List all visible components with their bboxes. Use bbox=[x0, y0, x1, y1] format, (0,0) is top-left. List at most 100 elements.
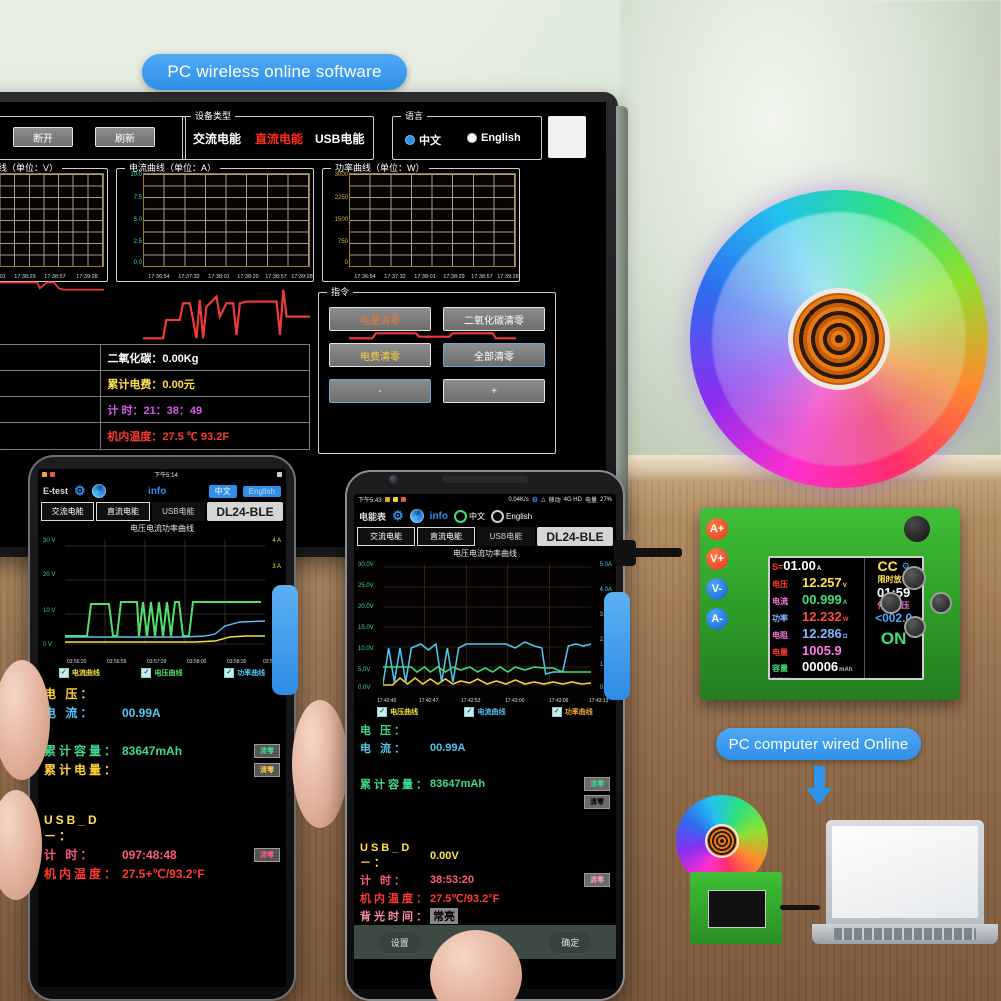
chart-ylabel-r0: 4 A bbox=[272, 538, 281, 544]
clear-button-capacity[interactable]: 清零 bbox=[254, 744, 280, 758]
measurement-value-energy: 1005.9Wh bbox=[430, 796, 584, 808]
language-radio-cn[interactable]: 中文 bbox=[405, 132, 441, 148]
phone-right-chart: 30.0V 25.0V 20.0V 15.0V 10.0V 5.0V 0.0V … bbox=[357, 561, 613, 705]
device-type-dc[interactable]: 直流电能 bbox=[255, 130, 303, 147]
checkbox-voltage[interactable]: ✓ bbox=[377, 707, 387, 717]
command-button-clear-all[interactable]: 全部清零 bbox=[443, 343, 545, 367]
info-link[interactable]: info bbox=[430, 511, 448, 522]
encoder-knob-1[interactable] bbox=[902, 566, 926, 590]
radio-en[interactable]: English bbox=[491, 510, 532, 523]
radio-dot-cn bbox=[405, 135, 415, 145]
command-button-plus[interactable]: + bbox=[443, 379, 545, 403]
measurement-row: 电 压： 12.25V bbox=[354, 721, 616, 739]
disconnect-button[interactable]: 断开 bbox=[13, 127, 73, 147]
measurement-row: 功 率： 0012.23W bbox=[354, 757, 616, 775]
refresh-icon[interactable] bbox=[410, 509, 424, 523]
tab-ac[interactable]: 交流电能 bbox=[41, 502, 94, 521]
terminal-a-minus: A- bbox=[706, 608, 728, 630]
legend-label-voltage: 电压曲线 bbox=[154, 668, 182, 678]
lcd-row-capacity: 容量 00006 mAh bbox=[772, 660, 862, 677]
legend-item-power[interactable]: ✓ 功率曲线 bbox=[224, 668, 265, 678]
measurement-key-temp: 机内温度： bbox=[44, 865, 122, 882]
radio-dot-en bbox=[491, 510, 504, 523]
phone-right: 下午5:43 0.04K/s ⚙ △ 移动 4G HD 电量 27% 电能表 ⚙… bbox=[345, 470, 625, 1001]
phone-right-clock: 下午5:43 bbox=[358, 495, 382, 504]
clear-button-energy[interactable]: 清零 bbox=[584, 795, 610, 809]
refresh-button[interactable]: 刷新 bbox=[95, 127, 155, 147]
measurement-row: 计 时： 38:53:20 清零 bbox=[354, 871, 616, 889]
encoder-knob-3[interactable] bbox=[904, 616, 926, 638]
legend-item-voltage[interactable]: ✓ 电压曲线 bbox=[141, 668, 182, 678]
battery-percent: 27% bbox=[600, 497, 612, 503]
checkbox-power[interactable]: ✓ bbox=[552, 707, 562, 717]
rgb-fan-large bbox=[690, 190, 988, 488]
command-button-clear-energy[interactable]: 电量清零 bbox=[329, 307, 431, 331]
readout-left-3: 4Ah bbox=[0, 423, 101, 449]
readout-left-0: V bbox=[0, 345, 101, 370]
command-button-clear-fee[interactable]: 电费清零 bbox=[329, 343, 431, 367]
laptop-keyboard bbox=[834, 928, 976, 940]
chart-current-xlabel-3: 17:38:29 bbox=[237, 274, 258, 280]
lang-button-cn[interactable]: 中文 bbox=[209, 485, 237, 498]
measurement-key-usb-dp: USB_D＋： bbox=[360, 812, 430, 840]
lang-button-en[interactable]: English bbox=[243, 486, 281, 497]
measurement-value-current: 00.99A bbox=[122, 706, 280, 720]
measurement-row: 电 流： 00.99A bbox=[354, 739, 616, 757]
measurement-value-usb-dp: 1.28V bbox=[430, 820, 610, 832]
lcd-row-voltage: 电压 12.257 V bbox=[772, 576, 862, 593]
tab-dc[interactable]: 直流电能 bbox=[96, 502, 149, 521]
chart-ylabel-l5: 5.0V bbox=[358, 667, 370, 673]
chart-xlabel-2: 17:42:53 bbox=[461, 698, 480, 704]
tab-ac[interactable]: 交流电能 bbox=[357, 527, 415, 546]
settings-button[interactable]: 设置 bbox=[379, 932, 421, 953]
measurement-row: 累计电量： 1005.9Wh 清零 bbox=[38, 760, 286, 779]
tab-dc[interactable]: 直流电能 bbox=[417, 527, 475, 546]
checkbox-current[interactable]: ✓ bbox=[59, 668, 69, 678]
phone-right-tabs: 交流电能 直流电能 USB电能 DL24-BLE bbox=[354, 527, 616, 546]
measurement-key-backlight: 背光时间： bbox=[360, 908, 430, 924]
chart-xlabel-4: 03:58:30 bbox=[227, 659, 246, 665]
measurement-key-energy: 累计电量： bbox=[44, 761, 122, 778]
measurement-value-current: 00.99A bbox=[430, 742, 610, 754]
chart-voltage-xlabel-1: 17:38:29 bbox=[14, 274, 35, 280]
status-icon-c bbox=[401, 497, 406, 502]
legend-item-power[interactable]: ✓ 功率曲线 bbox=[552, 707, 593, 717]
bluetooth-icon[interactable]: ⚙ bbox=[74, 483, 86, 499]
device-type-ac[interactable]: 交流电能 bbox=[193, 130, 241, 147]
lcd-setpoint-unit: A bbox=[817, 562, 821, 576]
checkbox-voltage[interactable]: ✓ bbox=[141, 668, 151, 678]
language-label-cn: 中文 bbox=[419, 132, 441, 148]
legend-label-voltage: 电压曲线 bbox=[390, 707, 418, 717]
tab-usb[interactable]: USB电能 bbox=[152, 502, 205, 521]
checkbox-power[interactable]: ✓ bbox=[224, 668, 234, 678]
encoder-knob-4[interactable] bbox=[880, 592, 902, 614]
phone-right-screen: 下午5:43 0.04K/s ⚙ △ 移动 4G HD 电量 27% 电能表 ⚙… bbox=[354, 494, 616, 989]
legend-item-current[interactable]: ✓ 电流曲线 bbox=[59, 668, 100, 678]
carrier-label: 移动 bbox=[549, 495, 561, 504]
confirm-button[interactable]: 确定 bbox=[549, 932, 591, 953]
radio-cn[interactable]: 中文 bbox=[454, 510, 485, 523]
command-button-clear-co2[interactable]: 二氧化碳清零 bbox=[443, 307, 545, 331]
measurement-value-backlight[interactable]: 常亮 bbox=[430, 908, 458, 924]
checkbox-current[interactable]: ✓ bbox=[464, 707, 474, 717]
legend-item-current[interactable]: ✓ 电流曲线 bbox=[464, 707, 505, 717]
command-button-minus[interactable]: - bbox=[329, 379, 431, 403]
info-link[interactable]: info bbox=[148, 486, 166, 497]
callout-wired: PC computer wired Online bbox=[716, 728, 921, 760]
clear-button-capacity[interactable]: 清零 bbox=[584, 777, 610, 791]
language-radio-en[interactable]: English bbox=[467, 132, 521, 144]
legend-item-voltage[interactable]: ✓ 电压曲线 bbox=[377, 707, 418, 717]
encoder-knob-2[interactable] bbox=[930, 592, 952, 614]
clear-button-timer[interactable]: 清零 bbox=[254, 848, 280, 862]
measurement-value-temp: 27.5+℃/93.2°F bbox=[122, 867, 280, 881]
measurement-value-voltage: 12.25V bbox=[122, 687, 280, 701]
bluetooth-icon[interactable]: ⚙ bbox=[392, 508, 404, 524]
lcd-key-current: 电流 bbox=[772, 595, 802, 609]
device-type-usb[interactable]: USB电能 bbox=[315, 130, 364, 147]
clear-button-timer[interactable]: 清零 bbox=[584, 873, 610, 887]
clear-button-energy[interactable]: 清零 bbox=[254, 763, 280, 777]
legend-label-current: 电流曲线 bbox=[477, 707, 505, 717]
tab-usb[interactable]: USB电能 bbox=[477, 527, 535, 546]
refresh-icon[interactable] bbox=[92, 484, 106, 498]
measurement-key-energy: 累计电量： bbox=[360, 794, 430, 810]
